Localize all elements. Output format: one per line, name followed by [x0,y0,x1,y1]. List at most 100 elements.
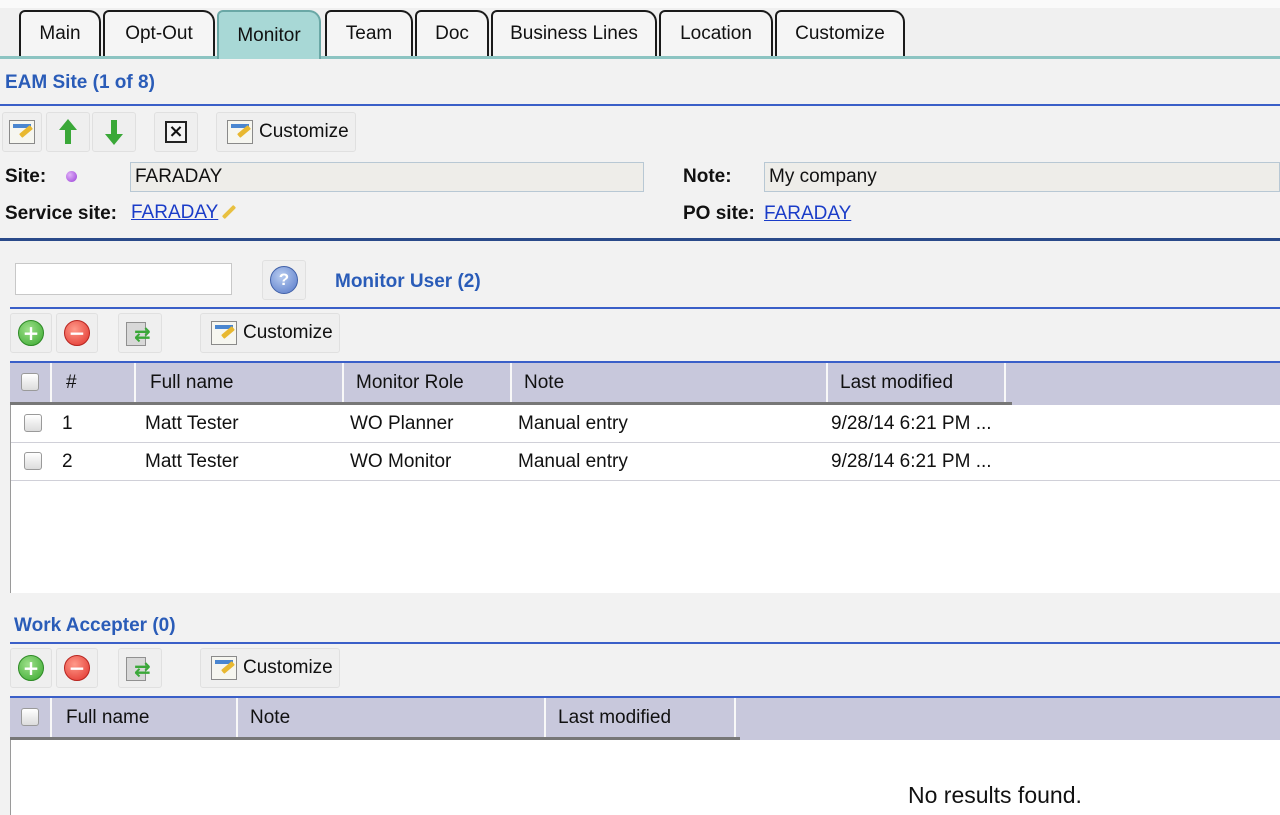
tab-main[interactable]: Main [19,10,101,56]
tab-label: Main [39,23,81,44]
remove-circle-icon: − [64,320,90,346]
move-down-button[interactable] [92,112,136,152]
column-header-note[interactable]: Note [238,698,546,738]
monitor-customize-button[interactable]: Customize [200,313,340,353]
po-site-label: PO site: [683,203,755,224]
help-icon: ? [270,266,298,294]
note-label: Note: [683,166,732,187]
column-header-number[interactable]: # [54,363,136,403]
select-all-checkbox[interactable] [21,708,39,726]
row-checkbox[interactable] [24,414,42,432]
section-separator [0,238,1280,241]
customize-icon [211,321,237,345]
row-checkbox[interactable] [24,452,42,470]
add-work-accepter-button[interactable]: + [10,648,52,688]
column-header-full-name[interactable]: Full name [54,698,238,738]
tab-doc[interactable]: Doc [415,10,489,56]
cell-number: 1 [62,413,73,434]
refresh-monitor-user-button[interactable] [118,313,162,353]
tab-label: Business Lines [510,23,638,44]
table-row[interactable]: 2 Matt Tester WO Monitor Manual entry 9/… [10,443,1280,481]
table-left-border [10,740,11,815]
column-header-full-name[interactable]: Full name [136,363,344,403]
refresh-icon [126,655,154,681]
customize-icon [227,120,253,144]
site-section-title: EAM Site (1 of 8) [5,72,155,93]
remove-monitor-user-button[interactable]: − [56,313,98,353]
arrow-down-icon [105,119,123,145]
cell-monitor-role: WO Monitor [350,451,452,472]
monitor-user-divider [10,307,1280,309]
header-select-all [10,698,52,738]
cell-monitor-role: WO Planner [350,413,454,434]
column-header-note[interactable]: Note [512,363,828,403]
tab-location[interactable]: Location [659,10,773,56]
tab-label: Location [680,23,752,44]
edit-doc-icon [9,120,35,144]
po-site-link[interactable]: FARADAY [764,203,851,225]
tab-bar: Main Opt-Out Monitor Team Doc Business L… [0,0,1280,59]
select-all-checkbox[interactable] [21,373,39,391]
arrow-up-icon [59,119,77,145]
tab-label: Customize [795,23,885,44]
tab-opt-out[interactable]: Opt-Out [103,10,215,56]
status-dot-icon [66,171,77,182]
header-select-all [10,363,52,403]
column-header-last-modified[interactable]: Last modified [828,363,1006,403]
cell-full-name: Matt Tester [145,451,239,472]
customize-label: Customize [259,121,349,142]
move-up-button[interactable] [46,112,90,152]
tab-label: Monitor [237,24,301,46]
close-box-icon: × [165,121,187,143]
refresh-icon [126,320,154,346]
no-results-message: No results found. [908,782,1082,808]
cell-number: 2 [62,451,73,472]
monitor-search-input[interactable] [15,263,232,295]
remove-circle-icon: − [64,655,90,681]
note-field[interactable]: My company [764,162,1280,192]
help-button[interactable]: ? [262,260,306,300]
tab-business-lines[interactable]: Business Lines [491,10,657,56]
monitor-user-title: Monitor User (2) [335,271,481,292]
service-site-link[interactable]: FARADAY [131,202,218,224]
delete-button[interactable]: × [154,112,198,152]
tab-bar-top [0,0,1280,8]
add-circle-icon: + [18,655,44,681]
refresh-work-accepter-button[interactable] [118,648,162,688]
tab-customize[interactable]: Customize [775,10,905,56]
cell-note: Manual entry [518,413,628,434]
site-field[interactable]: FARADAY [130,162,644,192]
remove-work-accepter-button[interactable]: − [56,648,98,688]
work-accepter-table-body: No results found. [10,740,1280,815]
customize-icon [211,656,237,680]
monitor-user-table-header: # Full name Monitor Role Note Last modif… [10,361,1280,405]
site-section-divider [0,104,1280,106]
tab-monitor[interactable]: Monitor [217,10,321,59]
edit-button[interactable] [2,112,42,152]
service-site-label: Service site: [5,203,117,224]
column-header-monitor-role[interactable]: Monitor Role [344,363,512,403]
site-customize-button[interactable]: Customize [216,112,356,152]
monitor-user-table-body: 1 Matt Tester WO Planner Manual entry 9/… [10,405,1280,593]
work-accepter-title: Work Accepter (0) [14,615,176,636]
customize-label: Customize [243,322,333,343]
work-accepter-customize-button[interactable]: Customize [200,648,340,688]
add-monitor-user-button[interactable]: + [10,313,52,353]
customize-label: Customize [243,657,333,678]
column-header-last-modified[interactable]: Last modified [546,698,736,738]
cell-note: Manual entry [518,451,628,472]
table-row[interactable]: 1 Matt Tester WO Planner Manual entry 9/… [10,405,1280,443]
site-label: Site: [5,166,47,187]
table-left-border [10,405,11,593]
cell-last-modified: 9/28/14 6:21 PM ... [831,413,992,434]
cell-full-name: Matt Tester [145,413,239,434]
work-accepter-divider [10,642,1280,644]
tab-label: Doc [435,23,469,44]
tab-team[interactable]: Team [325,10,413,56]
work-accepter-table-header: Full name Note Last modified [10,696,1280,740]
cell-last-modified: 9/28/14 6:21 PM ... [831,451,992,472]
tab-label: Team [345,23,393,44]
add-circle-icon: + [18,320,44,346]
tab-label: Opt-Out [125,23,193,44]
pencil-icon[interactable] [217,201,239,223]
